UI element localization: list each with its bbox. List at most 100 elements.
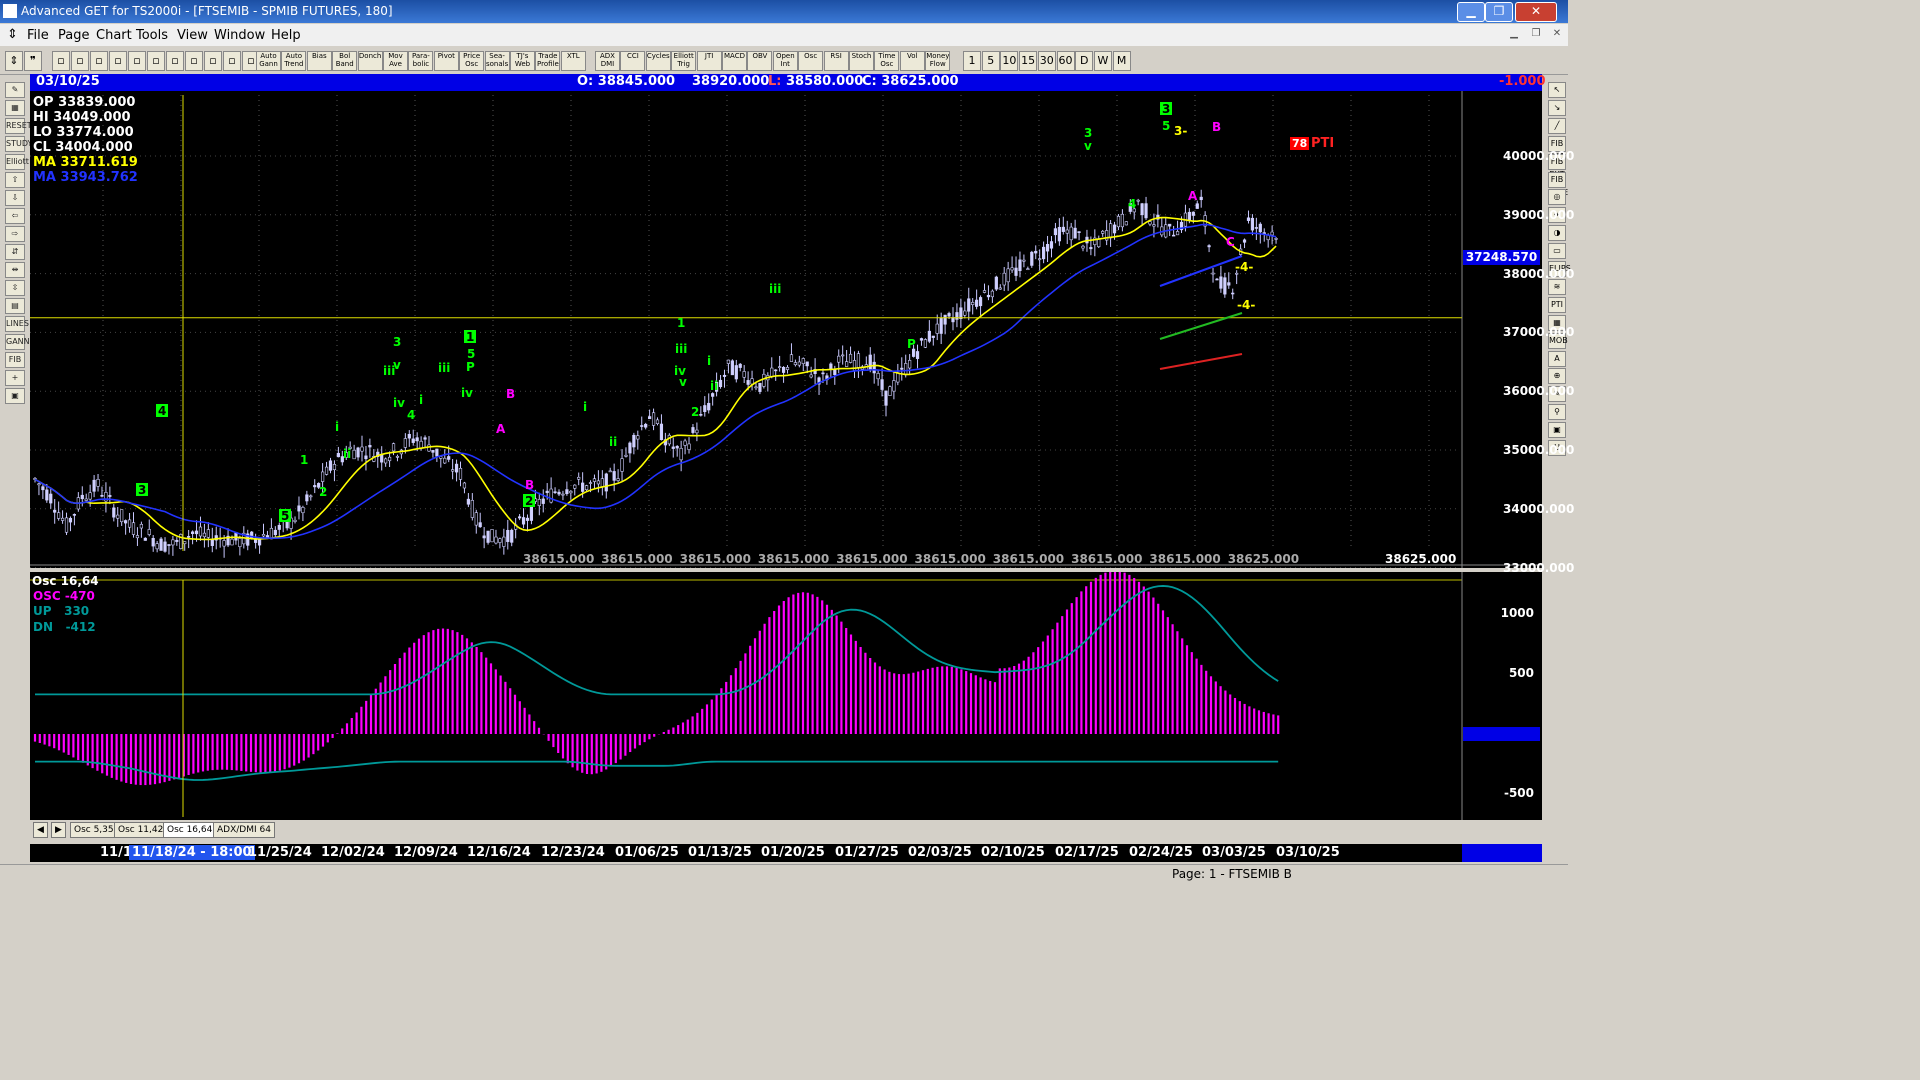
timeframe-button[interactable]: 10 bbox=[1000, 51, 1019, 71]
timeframe-button[interactable]: 30 bbox=[1037, 51, 1056, 71]
left-tool-icon[interactable]: ⇩ bbox=[5, 190, 25, 206]
timeframe-button[interactable]: D bbox=[1075, 51, 1094, 71]
menu-page[interactable]: Page bbox=[58, 28, 89, 43]
menu-help[interactable]: Help bbox=[271, 28, 301, 43]
left-tool-icon[interactable]: ▣ bbox=[5, 388, 25, 404]
right-tool-icon[interactable]: PTI bbox=[1548, 296, 1566, 313]
timeframe-button[interactable]: 15 bbox=[1019, 51, 1038, 71]
price-chart[interactable]: 4 3 5 1 2 i ii 3 v iii iv 4 i iii 1 5 Piv B A B 2 i ii 1 iii iv v i… bbox=[30, 91, 1574, 575]
study-button[interactable]: Money Flow bbox=[925, 51, 951, 71]
study-button[interactable]: Pivot bbox=[433, 51, 459, 71]
left-tool-icon[interactable]: ⇦ bbox=[5, 208, 25, 224]
left-tool-icon[interactable]: FIB bbox=[5, 352, 25, 368]
right-tool-icon[interactable]: ▭ bbox=[1548, 243, 1566, 260]
study-button[interactable]: Auto Trend bbox=[281, 51, 307, 71]
left-tool-icon[interactable]: GANN bbox=[5, 334, 30, 350]
timeframe-button[interactable]: 1 bbox=[963, 51, 981, 71]
study-button[interactable]: Auto Gann bbox=[256, 51, 281, 71]
tab-next-button[interactable]: ▶ bbox=[51, 822, 66, 838]
left-tool-icon[interactable]: ⇳ bbox=[5, 280, 25, 296]
right-tool-icon[interactable]: FIB TIME bbox=[1548, 171, 1568, 197]
timeframe-button[interactable]: M bbox=[1112, 51, 1131, 71]
left-tool-icon[interactable]: LINES bbox=[5, 316, 29, 332]
right-tool-icon[interactable]: ⊕ bbox=[1548, 368, 1566, 385]
file-tool-icon[interactable]: ▫ bbox=[128, 51, 146, 71]
study-button[interactable]: OBV bbox=[747, 51, 773, 71]
menu-tools[interactable]: Tools bbox=[136, 28, 168, 43]
minimize-button[interactable]: ▁ bbox=[1457, 2, 1485, 22]
oscillator-panel[interactable]: Osc 16,64 OSC -470 UP 330 DN -412 1000 50… bbox=[30, 572, 1542, 820]
timeframe-button[interactable]: W bbox=[1093, 51, 1112, 71]
menu-view[interactable]: View bbox=[177, 28, 208, 43]
left-tool-icon[interactable]: ⇵ bbox=[5, 244, 25, 260]
quote-icon[interactable]: ❞ bbox=[24, 51, 42, 71]
right-tool-icon[interactable]: A bbox=[1548, 350, 1566, 367]
left-tool-icon[interactable]: ⇹ bbox=[5, 262, 25, 278]
tab-prev-button[interactable]: ◀ bbox=[33, 822, 48, 838]
study-button[interactable]: Trade Profile bbox=[535, 51, 561, 71]
close-button[interactable]: ✕ bbox=[1515, 2, 1557, 22]
study-button[interactable]: Stoch bbox=[849, 51, 874, 71]
file-tool-icon[interactable]: ▫ bbox=[147, 51, 165, 71]
toggle-icon[interactable]: ⇕ bbox=[5, 51, 23, 71]
study-button[interactable]: Para-bolic bbox=[408, 51, 434, 71]
menu-file[interactable]: File bbox=[27, 28, 49, 43]
study-button[interactable]: Cycles bbox=[645, 51, 671, 71]
study-button[interactable]: Mov Ave bbox=[383, 51, 408, 71]
left-tool-icon[interactable]: ▤ bbox=[5, 298, 25, 314]
left-tool-icon[interactable]: ⇨ bbox=[5, 226, 25, 242]
study-button[interactable]: Sea-sonals bbox=[484, 51, 510, 71]
study-button[interactable]: MACD bbox=[722, 51, 747, 71]
doc-icon[interactable]: ⇕ bbox=[7, 27, 18, 42]
study-button[interactable]: ADX DMI bbox=[595, 51, 620, 71]
menu-window[interactable]: Window bbox=[214, 28, 265, 43]
right-tool-icon[interactable]: ◎ bbox=[1548, 189, 1566, 206]
study-button[interactable]: Time Osc bbox=[874, 51, 900, 71]
timeframe-button[interactable]: 5 bbox=[981, 51, 1000, 71]
maximize-button[interactable]: ❐ bbox=[1485, 2, 1513, 22]
left-tool-icon[interactable]: + bbox=[5, 370, 25, 386]
study-button[interactable]: Donch bbox=[357, 51, 383, 71]
tab-adx-dmi-64[interactable]: ADX/DMI 64 bbox=[213, 822, 275, 838]
right-tool-icon[interactable]: ▣ bbox=[1548, 422, 1566, 439]
right-tool-icon[interactable]: ◑ bbox=[1548, 225, 1566, 242]
study-button[interactable]: JTI bbox=[696, 51, 722, 71]
file-tool-icon[interactable]: ▫ bbox=[109, 51, 127, 71]
mdi-close-button[interactable]: ✕ bbox=[1548, 28, 1566, 42]
file-tool-icon[interactable]: ▫ bbox=[52, 51, 70, 71]
file-tool-icon[interactable]: ▫ bbox=[185, 51, 203, 71]
timeframe-button[interactable]: 60 bbox=[1056, 51, 1075, 71]
study-button[interactable]: RSI bbox=[823, 51, 849, 71]
file-tool-icon[interactable]: ▫ bbox=[204, 51, 222, 71]
study-button[interactable]: TJ's Web bbox=[510, 51, 535, 71]
left-tool-icon[interactable]: RESET bbox=[5, 118, 32, 134]
study-button[interactable]: Osc bbox=[798, 51, 824, 71]
left-tool-icon[interactable]: ⇧ bbox=[5, 172, 25, 188]
left-tool-icon[interactable]: Elliott bbox=[5, 154, 29, 170]
study-button[interactable]: Bol Band bbox=[332, 51, 358, 71]
tab-osc-11-42[interactable]: Osc 11,42 bbox=[114, 822, 168, 838]
study-button[interactable]: Bias bbox=[306, 51, 332, 71]
right-tool-icon[interactable]: ≋ bbox=[1548, 278, 1566, 295]
file-tool-icon[interactable]: ▫ bbox=[90, 51, 108, 71]
study-button[interactable]: XTL bbox=[560, 51, 586, 71]
menu-chart[interactable]: Chart bbox=[96, 28, 132, 43]
left-tool-icon[interactable]: STUDY bbox=[5, 136, 32, 152]
left-tool-icon[interactable]: ✎ bbox=[5, 82, 25, 98]
file-tool-icon[interactable]: ▫ bbox=[71, 51, 89, 71]
mdi-restore-button[interactable]: ❐ bbox=[1527, 28, 1545, 42]
right-tool-icon[interactable]: ↖ bbox=[1548, 82, 1566, 98]
study-button[interactable]: CCI bbox=[620, 51, 646, 71]
tab-osc-5-35[interactable]: Osc 5,35 bbox=[70, 822, 118, 838]
mdi-minimize-button[interactable]: ▁ bbox=[1505, 28, 1523, 42]
file-tool-icon[interactable]: ▫ bbox=[223, 51, 241, 71]
file-tool-icon[interactable]: ▫ bbox=[166, 51, 184, 71]
right-tool-icon[interactable]: ↘ bbox=[1548, 99, 1566, 116]
study-button[interactable]: Elliott Trig bbox=[671, 51, 697, 71]
left-tool-icon[interactable]: ▦ bbox=[5, 100, 25, 116]
tab-osc-16-64[interactable]: Osc 16,64 bbox=[163, 822, 217, 838]
study-button[interactable]: Price Osc bbox=[459, 51, 485, 71]
study-button[interactable]: Open Int bbox=[772, 51, 798, 71]
study-button[interactable]: Vol bbox=[899, 51, 925, 71]
right-tool-icon[interactable]: ╱ bbox=[1548, 117, 1566, 134]
